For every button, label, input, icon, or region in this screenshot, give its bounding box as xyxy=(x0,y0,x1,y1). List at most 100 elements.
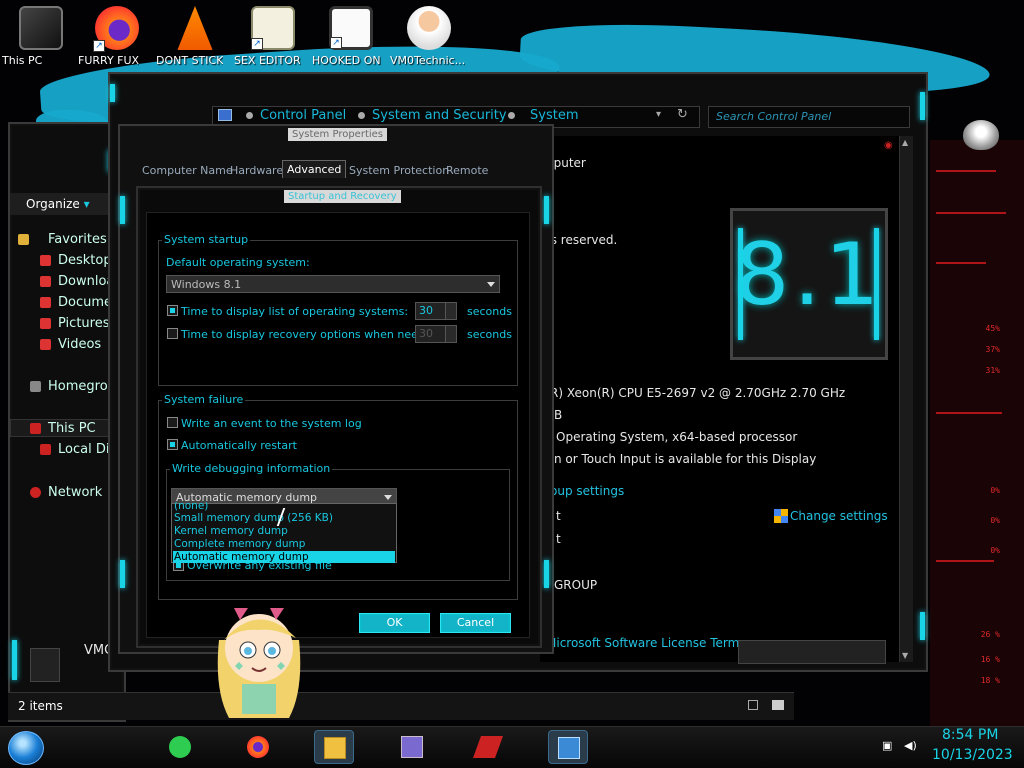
hooked-app-icon: ↗ xyxy=(329,6,373,50)
organize-menu[interactable]: Organize ▾ xyxy=(26,197,90,211)
nav-desktop[interactable]: Desktop xyxy=(58,253,112,268)
dropdown-option[interactable]: Kernel memory dump xyxy=(173,525,395,537)
taskbar-app-explorer[interactable] xyxy=(314,730,354,764)
meter-bar xyxy=(936,212,1006,214)
ok-button[interactable]: OK xyxy=(359,613,430,633)
desktop-icon-dont-stick[interactable]: DONT STICK xyxy=(156,6,234,67)
desktop-icon-vm0technic[interactable]: VM0Technic... xyxy=(390,6,468,67)
taskbar-app-control-panel[interactable] xyxy=(392,730,432,764)
tab-hardware[interactable]: Hardware xyxy=(226,162,287,180)
folder-icon xyxy=(324,737,346,759)
spin-arrows-icon[interactable] xyxy=(445,303,456,319)
meter-bar xyxy=(936,262,986,264)
auto-restart-checkbox[interactable] xyxy=(167,439,178,450)
chevron-down-icon xyxy=(384,495,392,500)
full-name-value: t xyxy=(556,532,561,546)
taskbar xyxy=(0,726,1024,768)
license-terms-link[interactable]: Microsoft Software License Terms xyxy=(546,636,746,650)
star-icon xyxy=(18,234,29,245)
recovery-options-checkbox[interactable] xyxy=(167,328,178,339)
nav-network[interactable]: Network xyxy=(48,485,102,500)
shortcut-arrow-icon: ↗ xyxy=(251,38,263,50)
volume-tray-icon[interactable]: ◀) xyxy=(904,740,918,752)
taskbar-app-game[interactable] xyxy=(468,730,508,764)
frame-accent xyxy=(544,560,549,588)
group-title: System failure xyxy=(162,393,246,406)
search-input[interactable]: Search Control Panel xyxy=(716,110,831,123)
group-title: System startup xyxy=(162,233,251,246)
nav-videos[interactable]: Videos xyxy=(58,337,101,352)
tab-system-protection[interactable]: System Protection xyxy=(345,162,453,180)
desktop-icon-sex-editor[interactable]: ↗ SEX EDITOR xyxy=(234,6,312,67)
default-os-select[interactable]: Windows 8.1 xyxy=(166,275,500,293)
change-settings-link[interactable]: Change settings xyxy=(790,509,888,523)
control-panel-icon xyxy=(218,109,232,121)
videos-folder-icon xyxy=(40,339,51,350)
computer-icon xyxy=(30,648,60,682)
write-event-checkbox[interactable] xyxy=(167,417,178,428)
alienware-logo xyxy=(963,120,999,150)
nav-this-pc[interactable]: This PC xyxy=(48,421,96,436)
chevron-down-icon xyxy=(487,282,495,287)
desktop-icon-hooked-on[interactable]: ↗ HOOKED ON xyxy=(312,6,390,67)
desktop-icon-label: FURRY FUX xyxy=(78,54,140,67)
tab-remote[interactable]: Remote xyxy=(442,162,492,180)
tab-computer-name[interactable]: Computer Name xyxy=(138,162,237,180)
help-icon[interactable]: ◉ xyxy=(884,140,893,151)
refresh-icon[interactable]: ↻ xyxy=(677,107,688,122)
breadcrumb-separator xyxy=(508,112,515,119)
cancel-button[interactable]: Cancel xyxy=(440,613,511,633)
spin-arrows-icon[interactable] xyxy=(445,326,456,342)
nav-downloads[interactable]: Downloa xyxy=(58,274,114,289)
taskbar-app-notes[interactable] xyxy=(160,730,200,764)
network-icon xyxy=(30,487,41,498)
cartoon-character-mascot xyxy=(217,608,301,718)
taskbar-app-system[interactable] xyxy=(548,730,588,764)
details-view-icon[interactable] xyxy=(748,700,758,710)
nav-pictures[interactable]: Pictures xyxy=(58,316,109,331)
recovery-options-label: Time to display recovery options when ne… xyxy=(181,328,443,341)
large-icons-view-icon[interactable] xyxy=(772,700,784,710)
breadcrumb-separator xyxy=(246,112,253,119)
dropdown-option[interactable]: Complete memory dump xyxy=(173,538,395,550)
frame-accent xyxy=(110,84,115,102)
meter-label: 26 % xyxy=(980,630,1000,639)
tab-advanced[interactable]: Advanced xyxy=(282,160,347,178)
desktop-icon-this-pc[interactable]: This PC xyxy=(2,6,80,67)
chevron-down-icon[interactable]: ▾ xyxy=(656,109,661,120)
dropdown-option-selected[interactable]: Automatic memory dump xyxy=(173,551,395,563)
meter-label: 16 % xyxy=(980,655,1000,664)
frame-accent xyxy=(120,196,125,224)
breadcrumb-system[interactable]: System xyxy=(530,108,578,123)
desktop-icon-furry-fux[interactable]: ↗ FURRY FUX xyxy=(78,6,156,67)
breadcrumb-system-security[interactable]: System and Security xyxy=(372,108,507,123)
group-title: Write debugging information xyxy=(170,462,333,475)
frame-accent xyxy=(920,92,925,120)
frame-accent xyxy=(738,228,743,340)
network-tray-icon[interactable]: ▣ xyxy=(882,740,896,752)
write-event-label: Write an event to the system log xyxy=(181,417,362,430)
computer-icon xyxy=(558,737,580,759)
meter-label: 0% xyxy=(990,516,1000,525)
recovery-seconds-stepper[interactable]: 30 xyxy=(415,325,457,343)
downloads-folder-icon xyxy=(40,276,51,287)
display-list-checkbox[interactable] xyxy=(167,305,178,316)
ram-value: B xyxy=(554,408,563,422)
frame-accent xyxy=(12,640,17,680)
display-list-seconds-stepper[interactable]: 30 xyxy=(415,302,457,320)
scroll-up-icon[interactable]: ▲ xyxy=(902,138,911,147)
vertical-scrollbar[interactable]: ▲ ▼ xyxy=(899,136,913,662)
clock-date[interactable]: 10/13/2023 xyxy=(932,747,1013,763)
breadcrumb-control-panel[interactable]: Control Panel xyxy=(260,108,346,123)
desktop-icon-label: HOOKED ON xyxy=(312,54,381,67)
clock-time[interactable]: 8:54 PM xyxy=(942,727,998,743)
scroll-down-icon[interactable]: ▼ xyxy=(902,651,911,660)
nav-favorites[interactable]: Favorites xyxy=(48,232,107,247)
status-item-count: 2 items xyxy=(18,699,63,713)
shortcut-arrow-icon: ↗ xyxy=(93,40,105,52)
frame-accent xyxy=(120,560,125,588)
auto-restart-label: Automatically restart xyxy=(181,439,297,452)
start-button[interactable] xyxy=(8,731,44,765)
computer-name-value: t xyxy=(556,509,561,523)
taskbar-app-firefox[interactable] xyxy=(238,730,278,764)
